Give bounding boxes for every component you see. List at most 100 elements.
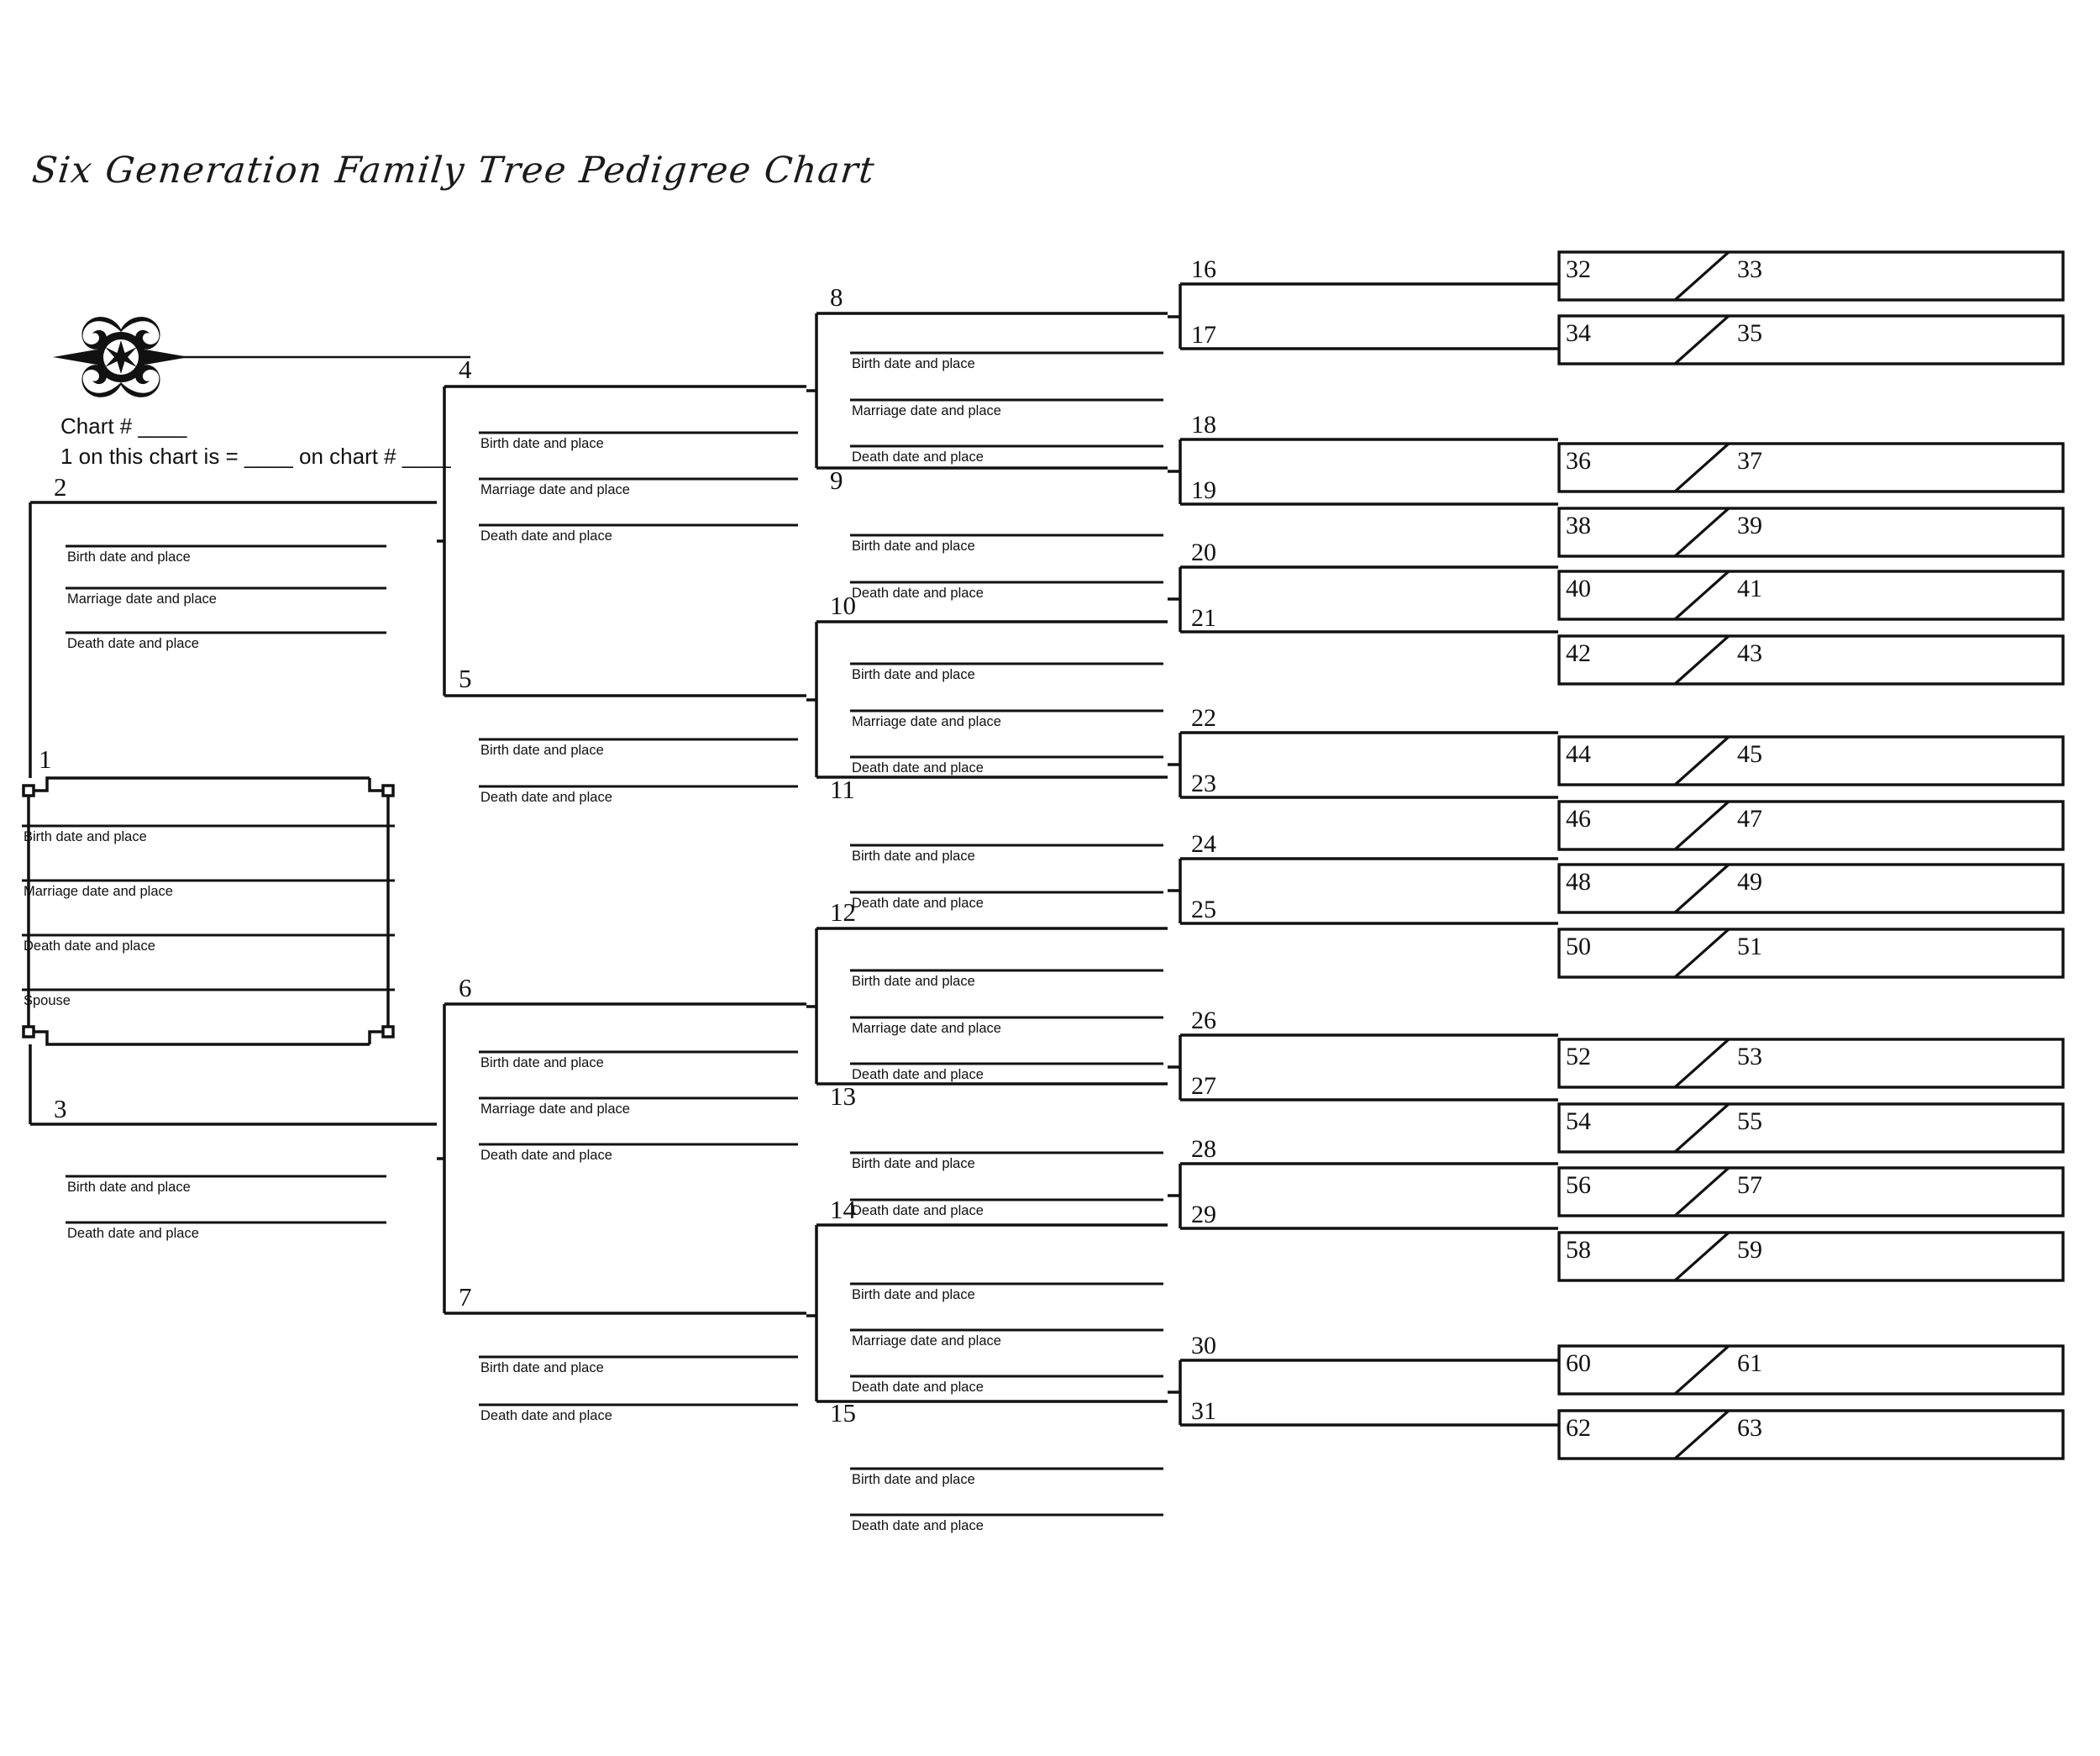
number-9: 9: [830, 465, 843, 495]
gen6-box-32-33: [1557, 250, 2065, 302]
pedigree-chart-page: Six Generation Family Tree Pedigree Char…: [0, 0, 2100, 1756]
chart-number-text: Chart # ____: [60, 413, 187, 439]
number-14: 14: [830, 1195, 857, 1224]
number-28: 28: [1191, 1135, 1216, 1163]
box-11-death-label: Death date and place: [852, 896, 984, 911]
box-12-birth-label: Birth date and place: [852, 974, 975, 989]
number-8: 8: [830, 282, 843, 312]
box-6-birth-label: Birth date and place: [480, 1055, 604, 1070]
number-63: 63: [1737, 1414, 1762, 1442]
chart-number-label: Chart # ____: [60, 413, 186, 439]
number-48: 48: [1566, 868, 1591, 896]
box-15-death-label: Death date and place: [852, 1518, 984, 1533]
number-49: 49: [1737, 868, 1762, 896]
number-1: 1: [39, 744, 52, 774]
number-31: 31: [1191, 1397, 1216, 1425]
number-61: 61: [1737, 1349, 1762, 1377]
number-13: 13: [830, 1081, 856, 1111]
gen6-box-38-39: [1557, 507, 2065, 558]
number-59: 59: [1737, 1236, 1762, 1264]
number-32: 32: [1566, 255, 1591, 283]
box-13-birth-label: Birth date and place: [852, 1156, 975, 1171]
number-46: 46: [1566, 805, 1591, 833]
gen6-box-54-55: [1557, 1102, 2065, 1154]
number-34: 34: [1566, 319, 1591, 347]
box-8-death-label: Death date and place: [852, 450, 984, 465]
number-44: 44: [1566, 740, 1591, 768]
box-8-9-bracket: [815, 312, 1168, 470]
number-37: 37: [1737, 447, 1762, 475]
number-29: 29: [1191, 1201, 1216, 1228]
number-53: 53: [1737, 1043, 1762, 1070]
box-4-birth-label: Birth date and place: [480, 436, 604, 451]
cross-reference-text: 1 on this chart is = ____ on chart # ___…: [60, 444, 451, 469]
box-12-marriage-label: Marriage date and place: [852, 1021, 1001, 1036]
number-62: 62: [1566, 1414, 1591, 1442]
number-35: 35: [1737, 319, 1762, 347]
box-8-birth-label: Birth date and place: [852, 356, 975, 371]
number-18: 18: [1191, 411, 1216, 439]
gen5-pair-16-17: [1168, 282, 1558, 350]
box-10-marriage-label: Marriage date and place: [852, 714, 1001, 729]
number-30: 30: [1191, 1332, 1216, 1359]
number-41: 41: [1737, 575, 1762, 602]
box-5-death-label: Death date and place: [480, 790, 612, 805]
box-1-death-label: Death date and place: [24, 938, 155, 954]
number-16: 16: [1191, 255, 1216, 283]
gen6-box-40-41: [1557, 570, 2065, 621]
number-50: 50: [1566, 933, 1591, 960]
number-51: 51: [1737, 933, 1762, 960]
box-1-spouse-label: Spouse: [24, 993, 71, 1008]
number-21: 21: [1191, 604, 1216, 632]
number-6: 6: [459, 973, 472, 1002]
gen5-pair-22-23: [1168, 731, 1558, 799]
box-6-marriage-label: Marriage date and place: [480, 1101, 630, 1117]
box-4-death-label: Death date and place: [480, 528, 612, 544]
box-10-death-label: Death date and place: [852, 760, 984, 775]
number-15: 15: [830, 1398, 856, 1427]
gen6-box-60-61: [1557, 1344, 2065, 1396]
gen6-box-62-63: [1557, 1409, 2065, 1460]
box-3-frame: [29, 1044, 437, 1126]
number-60: 60: [1566, 1349, 1591, 1377]
number-20: 20: [1191, 539, 1216, 566]
number-54: 54: [1566, 1107, 1591, 1135]
number-5: 5: [459, 664, 472, 693]
pedigree-diagram: 1 Birth date and place Marriage date and…: [22, 250, 2065, 1533]
number-2: 2: [54, 472, 67, 502]
number-10: 10: [830, 591, 856, 620]
gen6-box-34-35: [1557, 314, 2065, 365]
box-1-birth-label: Birth date and place: [24, 829, 147, 844]
box-12-13-bracket: [815, 927, 1168, 1086]
box-11-birth-label: Birth date and place: [852, 849, 975, 864]
number-24: 24: [1191, 830, 1216, 858]
number-7: 7: [459, 1282, 472, 1312]
number-52: 52: [1566, 1043, 1591, 1070]
box-7-death-label: Death date and place: [480, 1408, 612, 1423]
number-58: 58: [1566, 1236, 1591, 1264]
gen6-box-50-51: [1557, 928, 2065, 979]
box-6-death-label: Death date and place: [480, 1148, 612, 1163]
number-27: 27: [1191, 1072, 1216, 1100]
gen6-box-56-57: [1557, 1166, 2065, 1217]
gen5-pair-26-27: [1168, 1033, 1558, 1101]
gen6-box-52-53: [1557, 1038, 2065, 1089]
number-22: 22: [1191, 704, 1216, 732]
cross-reference-label: 1 on this chart is = ____ on chart # ___…: [60, 444, 451, 470]
number-42: 42: [1566, 639, 1591, 667]
number-33: 33: [1737, 255, 1762, 283]
box-14-death-label: Death date and place: [852, 1380, 984, 1395]
number-23: 23: [1191, 770, 1216, 797]
box-8-marriage-label: Marriage date and place: [852, 403, 1001, 418]
number-38: 38: [1566, 512, 1591, 539]
number-17: 17: [1191, 321, 1216, 349]
gen6-box-48-49: [1557, 863, 2065, 914]
box-2-birth-label: Birth date and place: [67, 549, 191, 565]
number-4: 4: [459, 355, 472, 384]
number-43: 43: [1737, 639, 1762, 667]
box-3-death-label: Death date and place: [67, 1226, 199, 1241]
box-10-11-bracket: [815, 620, 1168, 779]
box-14-birth-label: Birth date and place: [852, 1287, 975, 1302]
number-56: 56: [1566, 1171, 1591, 1199]
box-2-death-label: Death date and place: [67, 636, 199, 651]
